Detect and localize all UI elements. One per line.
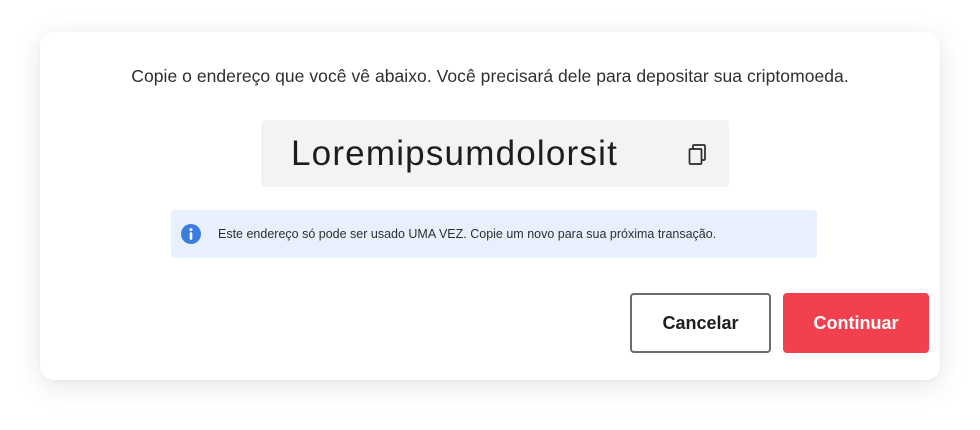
crypto-address[interactable]: Loremipsumdolorsit bbox=[291, 120, 618, 187]
info-icon bbox=[181, 224, 201, 244]
instruction-text: Copie o endereço que você vê abaixo. Voc… bbox=[131, 66, 849, 86]
continue-button[interactable]: Continuar bbox=[783, 293, 929, 353]
copy-icon[interactable] bbox=[685, 141, 711, 167]
info-notice: Este endereço só pode ser usado UMA VEZ.… bbox=[171, 210, 817, 258]
deposit-address-dialog: Copie o endereço que você vê abaixo. Voc… bbox=[40, 32, 940, 380]
cancel-button[interactable]: Cancelar bbox=[630, 293, 771, 353]
notice-text: Este endereço só pode ser usado UMA VEZ.… bbox=[218, 227, 717, 241]
address-box: Loremipsumdolorsit bbox=[261, 120, 729, 187]
